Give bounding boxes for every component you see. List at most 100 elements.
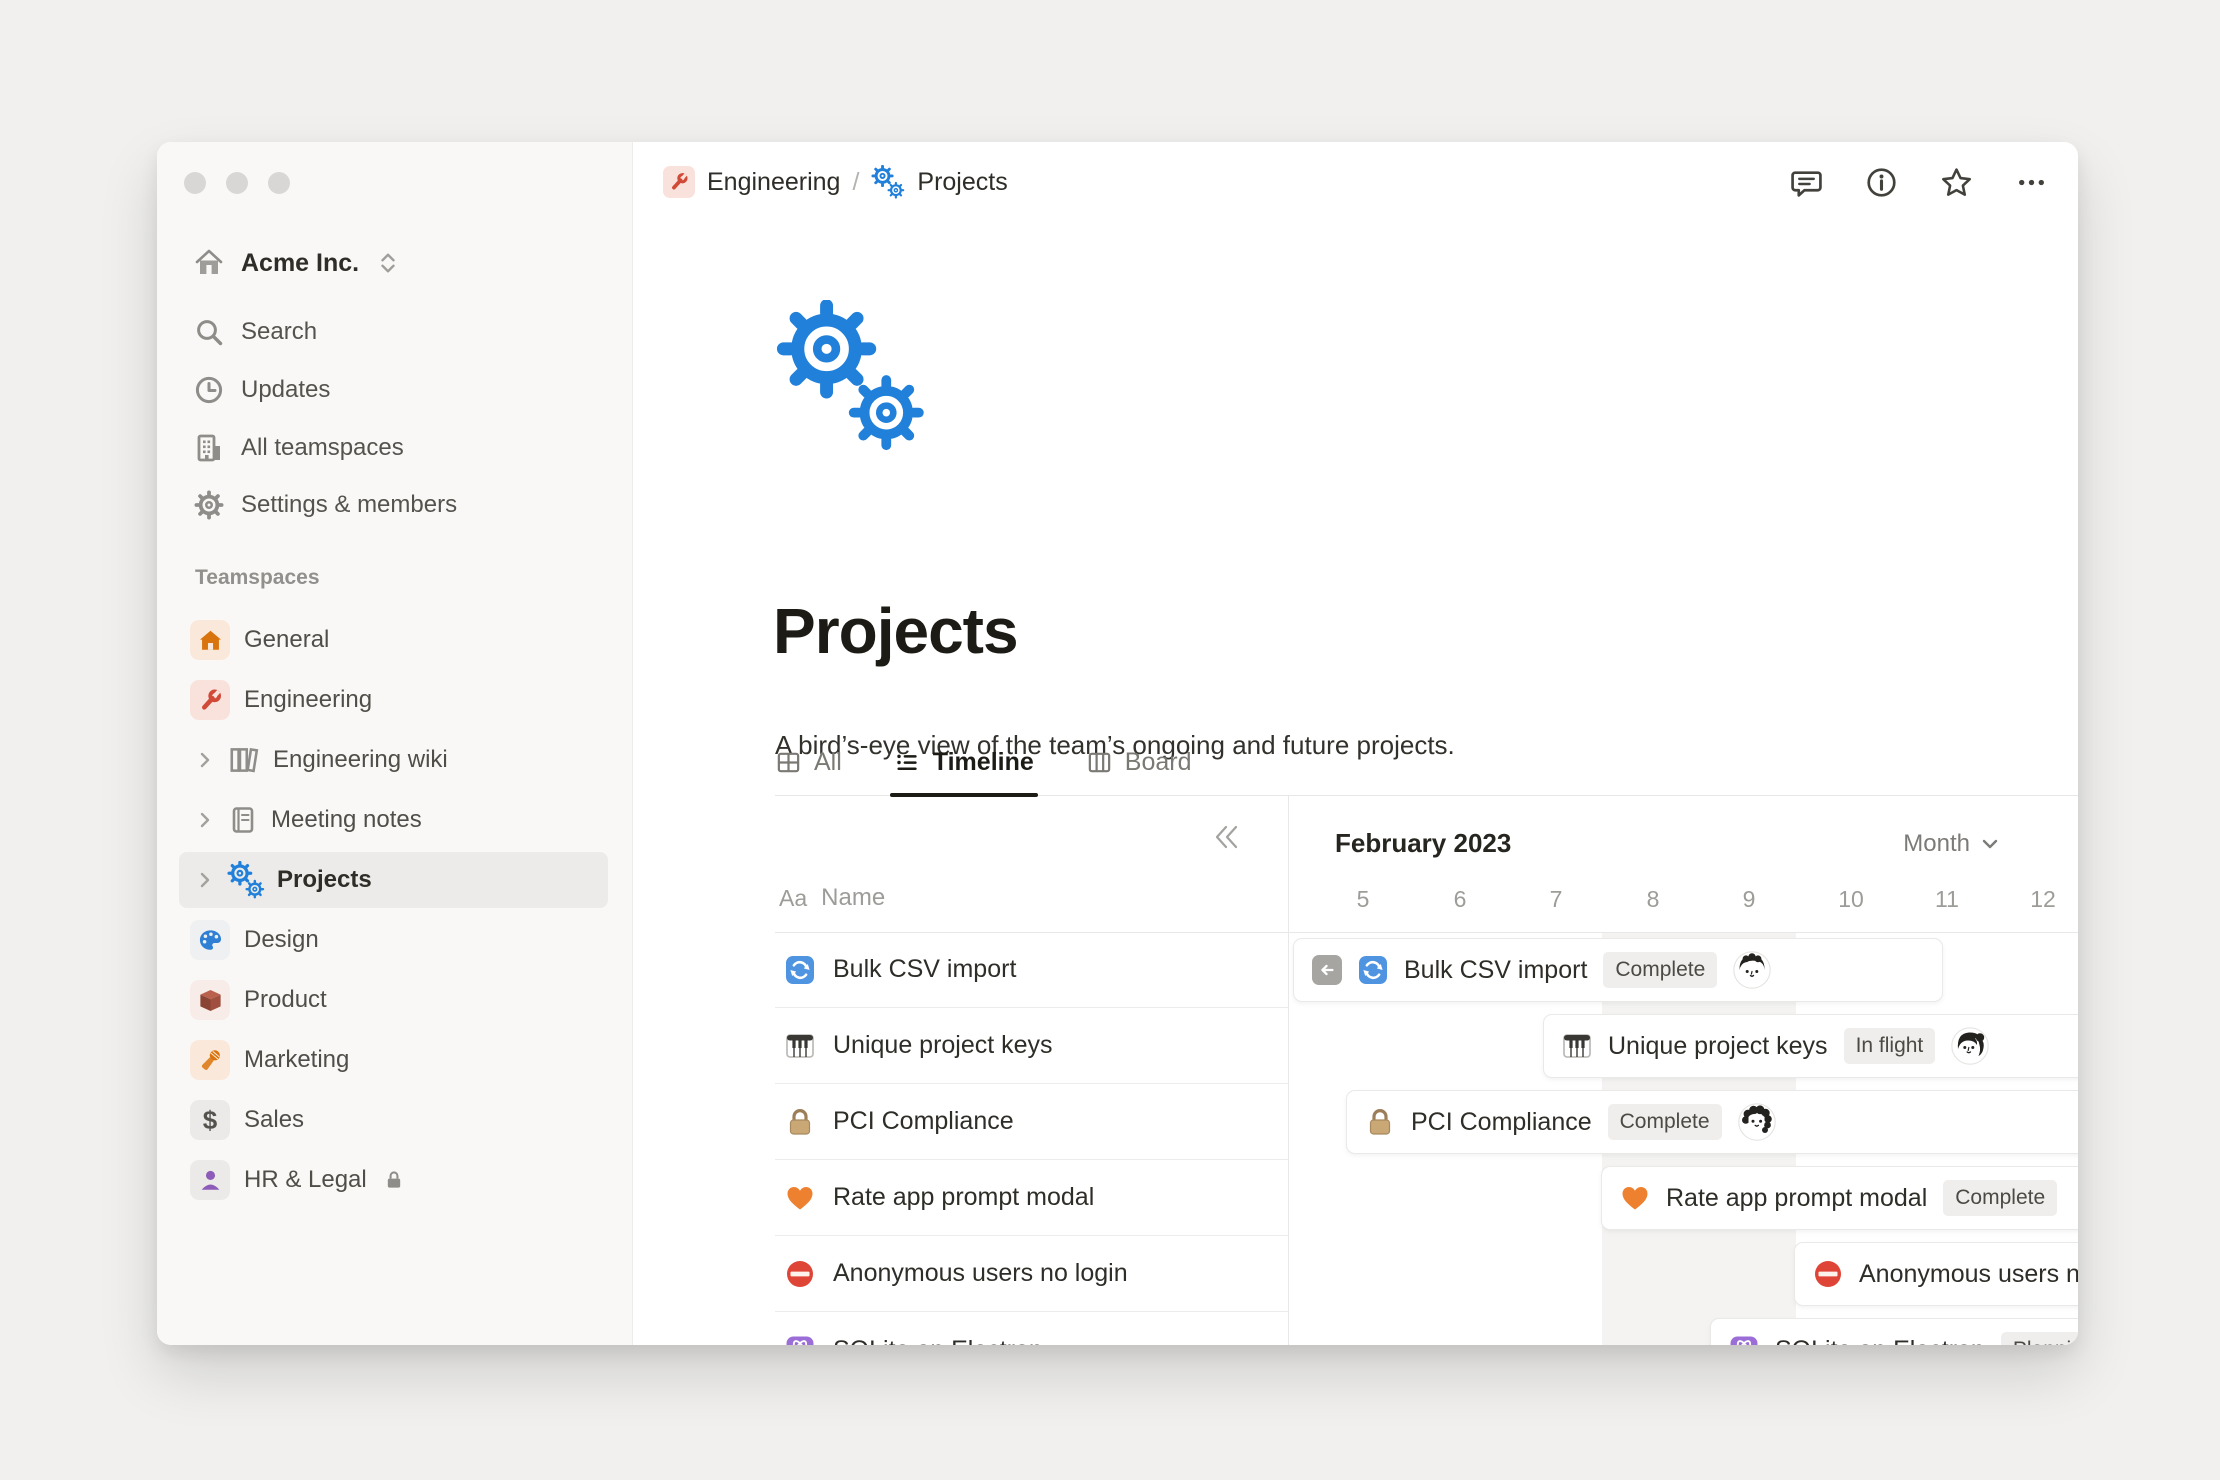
orange-heart-icon: [785, 1183, 815, 1213]
card-title: SQLite on Electron: [1775, 1336, 1985, 1346]
tab-label: Board: [1125, 748, 1192, 777]
sidebar-item-hr-legal[interactable]: HR & Legal: [157, 1152, 632, 1208]
name-header-label: Name: [821, 884, 885, 912]
books-icon: [227, 743, 261, 777]
status-badge: In flight: [1844, 1028, 1936, 1064]
more-icon[interactable]: [2015, 166, 2048, 199]
table-row[interactable]: SQLite on Electron: [775, 1312, 1288, 1345]
day-tick: 12: [2030, 886, 2056, 913]
teamspaces-section-label: Teamspaces: [195, 566, 320, 590]
house-icon: [190, 620, 230, 660]
wrench-icon: [190, 680, 230, 720]
sidebar-item-label: Search: [241, 318, 317, 346]
avatar: [1733, 951, 1771, 989]
breadcrumb-projects[interactable]: Projects: [917, 168, 1007, 197]
sidebar-item-product[interactable]: Product: [157, 972, 632, 1028]
tab-all[interactable]: All: [775, 748, 842, 795]
sidebar-item-marketing[interactable]: Marketing: [157, 1032, 632, 1088]
status-badge: Complete: [1943, 1180, 2057, 1216]
arrows-counterclockwise-icon: [1358, 955, 1388, 985]
comment-icon[interactable]: [1790, 166, 1823, 199]
chevron-right-icon[interactable]: [195, 810, 215, 830]
sidebar-item-label: HR & Legal: [244, 1166, 367, 1194]
sidebar-item-label: Marketing: [244, 1046, 349, 1074]
close-window-button[interactable]: [184, 172, 206, 194]
table-row[interactable]: PCI Compliance: [775, 1084, 1288, 1160]
sidebar-item-updates[interactable]: Updates: [157, 364, 632, 416]
sidebar-item-design[interactable]: Design: [157, 912, 632, 968]
gears-icon: [871, 165, 905, 199]
tab-board[interactable]: Board: [1086, 748, 1192, 795]
sidebar-item-sales[interactable]: $ Sales: [157, 1092, 632, 1148]
table-row[interactable]: Unique project keys: [775, 1008, 1288, 1084]
gear-icon: [193, 489, 225, 521]
sidebar-item-all-teamspaces[interactable]: All teamspaces: [157, 422, 632, 474]
timeline-card[interactable]: SQLite on Electron Planning: [1710, 1318, 2078, 1345]
arrows-counterclockwise-icon: [785, 955, 815, 985]
timeline-zoom-dropdown[interactable]: Month: [1903, 830, 2000, 858]
timeline-card[interactable]: Unique project keys In flight: [1543, 1014, 2078, 1078]
info-icon[interactable]: [1865, 166, 1898, 199]
sidebar-item-projects[interactable]: Projects: [179, 852, 608, 908]
no-entry-icon: [1813, 1259, 1843, 1289]
sidebar: Acme Inc. Search Updates All teamspaces …: [157, 142, 633, 1345]
page-actions: [1790, 166, 2048, 199]
lock-icon: [785, 1107, 815, 1137]
page-gears-icon[interactable]: [775, 300, 927, 452]
day-tick: 5: [1357, 886, 1370, 913]
collapse-table-icon[interactable]: [1211, 822, 1241, 852]
status-badge: Planning: [2001, 1332, 2078, 1345]
orange-heart-icon: [1620, 1183, 1650, 1213]
row-title: Unique project keys: [833, 1031, 1053, 1060]
box-icon: [190, 980, 230, 1020]
timeline-card[interactable]: Rate app prompt modal Complete: [1601, 1166, 2078, 1230]
card-title: PCI Compliance: [1411, 1108, 1592, 1137]
tab-label: Timeline: [933, 748, 1034, 777]
chevron-down-icon: [1980, 834, 2000, 854]
top-bar: Engineering / Projects: [633, 142, 2078, 222]
app-window: Acme Inc. Search Updates All teamspaces …: [157, 142, 2078, 1345]
sidebar-item-label: Settings & members: [241, 491, 457, 519]
minimize-window-button[interactable]: [226, 172, 248, 194]
sidebar-item-engineering-wiki[interactable]: Engineering wiki: [157, 732, 632, 788]
chevron-right-icon[interactable]: [195, 750, 215, 770]
sidebar-item-meeting-notes[interactable]: Meeting notes: [157, 792, 632, 848]
lock-icon: [1365, 1107, 1395, 1137]
dollar-icon: $: [190, 1100, 230, 1140]
tab-timeline[interactable]: Timeline: [894, 748, 1034, 795]
star-icon[interactable]: [1940, 166, 1973, 199]
main-content: Engineering / Projects Projects A bird’s…: [633, 142, 2078, 1345]
card-title: Anonymous users no login: [1859, 1260, 2078, 1289]
card-title: Rate app prompt modal: [1666, 1184, 1927, 1213]
chevron-up-down-icon: [377, 252, 399, 274]
sidebar-item-search[interactable]: Search: [157, 306, 632, 358]
timeline-view-icon: [894, 749, 921, 776]
sidebar-item-general[interactable]: General: [157, 612, 632, 668]
chevron-right-icon[interactable]: [195, 870, 215, 890]
workspace-switcher[interactable]: Acme Inc.: [157, 237, 632, 289]
table-row[interactable]: Bulk CSV import: [775, 932, 1288, 1008]
row-title: SQLite on Electron: [833, 1336, 1043, 1346]
no-entry-icon: [785, 1259, 815, 1289]
column-divider[interactable]: [1288, 796, 1289, 1345]
scroll-to-start-button[interactable]: [1312, 955, 1342, 985]
sidebar-item-settings[interactable]: Settings & members: [157, 479, 632, 531]
piano-icon: [785, 1031, 815, 1061]
table-row[interactable]: Rate app prompt modal: [775, 1160, 1288, 1236]
name-column-header: Aa Name: [779, 884, 885, 912]
card-title: Unique project keys: [1608, 1032, 1828, 1061]
sidebar-item-label: Meeting notes: [271, 806, 422, 834]
board-view-icon: [1086, 749, 1113, 776]
sidebar-item-engineering[interactable]: Engineering: [157, 672, 632, 728]
timeline-card[interactable]: PCI Compliance Complete: [1346, 1090, 2078, 1154]
notebook-icon: [227, 804, 259, 836]
timeline-card[interactable]: Anonymous users no login: [1794, 1242, 2078, 1306]
day-tick: 10: [1838, 886, 1864, 913]
table-row[interactable]: Anonymous users no login: [775, 1236, 1288, 1312]
breadcrumb-engineering[interactable]: Engineering: [707, 168, 840, 197]
zoom-window-button[interactable]: [268, 172, 290, 194]
window-controls: [184, 172, 290, 194]
timeline-card[interactable]: Bulk CSV import Complete: [1293, 938, 1943, 1002]
row-title: PCI Compliance: [833, 1107, 1014, 1136]
status-badge: Complete: [1603, 952, 1717, 988]
